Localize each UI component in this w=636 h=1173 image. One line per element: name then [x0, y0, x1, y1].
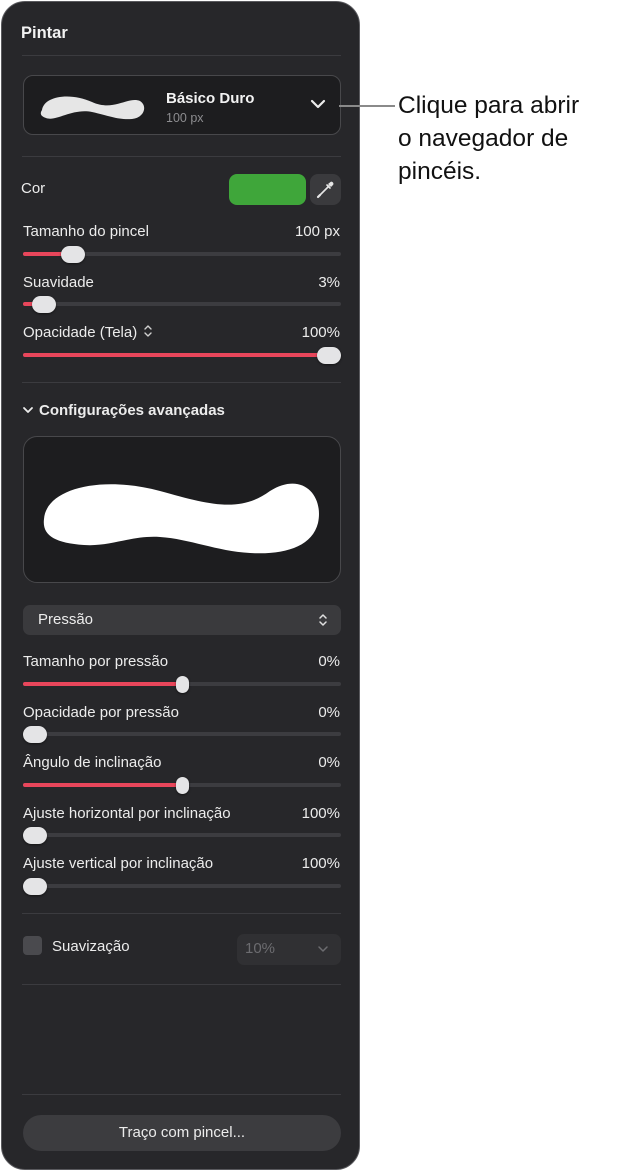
opacity-slider-value: 100%	[301, 324, 340, 341]
color-label: Cor	[21, 180, 46, 197]
brush-size-slider-label: Tamanho do pincel	[23, 223, 149, 240]
brush-stroke-thumbnail	[40, 96, 145, 120]
slider-thumb[interactable]	[175, 776, 189, 794]
tilt-angle-slider[interactable]	[23, 776, 341, 794]
size-by-pressure-slider[interactable]	[23, 675, 341, 693]
horizontal-tilt-value: 100%	[301, 805, 340, 822]
softness-slider-label: Suavidade	[23, 274, 94, 291]
chevron-down-icon	[23, 407, 33, 413]
smoothing-checkbox[interactable]	[23, 936, 42, 955]
vertical-tilt-slider[interactable]	[23, 877, 341, 895]
slider-fill	[23, 353, 329, 357]
slider-fill	[23, 783, 182, 787]
up-down-chevron-icon	[144, 325, 153, 337]
advanced-settings-toggle[interactable]: Configurações avançadas	[22, 402, 225, 419]
color-swatch[interactable]	[229, 174, 306, 205]
panel-title: Pintar	[21, 24, 68, 42]
horizontal-tilt-label: Ajuste horizontal por inclinação	[23, 805, 231, 822]
slider-thumb[interactable]	[175, 675, 189, 693]
smoothing-label: Suavização	[52, 938, 130, 955]
callout-text: Clique para abrir o navegador de pincéis…	[398, 92, 580, 185]
softness-slider-value: 3%	[318, 274, 340, 291]
callout-line	[339, 105, 395, 107]
opacity-by-pressure-slider[interactable]	[23, 725, 341, 743]
divider	[22, 382, 341, 383]
slider-fill	[23, 682, 182, 686]
slider-thumb[interactable]	[23, 877, 47, 895]
chevron-down-icon	[310, 99, 326, 109]
vertical-tilt-label: Ajuste vertical por inclinação	[23, 855, 214, 872]
slider-thumb[interactable]	[31, 295, 56, 313]
brush-size-slider[interactable]	[23, 245, 341, 263]
smoothing-value: 10%	[245, 940, 276, 957]
slider-thumb[interactable]	[317, 346, 341, 364]
stroke-with-brush-button[interactable]: Traço com pincel...	[23, 1115, 341, 1151]
softness-slider[interactable]	[23, 295, 341, 313]
input-mode-select[interactable]: Pressão	[23, 605, 341, 635]
input-mode-value: Pressão	[38, 611, 94, 628]
slider-thumb[interactable]	[23, 826, 47, 844]
up-down-chevron-icon	[319, 614, 327, 626]
brush-browser-button[interactable]: Básico Duro 100 px	[23, 75, 341, 135]
vertical-tilt-value: 100%	[301, 855, 340, 872]
tilt-angle-label: Ângulo de inclinação	[23, 754, 162, 771]
size-by-pressure-label: Tamanho por pressão	[23, 653, 169, 670]
divider	[22, 156, 341, 157]
smoothing-select[interactable]: 10%	[237, 934, 341, 965]
tilt-angle-value: 0%	[318, 754, 340, 771]
brush-size-slider-value: 100 px	[294, 223, 340, 240]
divider	[22, 984, 341, 985]
opacity-by-pressure-value: 0%	[318, 704, 340, 721]
eyedropper-icon	[316, 181, 334, 199]
divider	[22, 913, 341, 914]
slider-thumb[interactable]	[23, 725, 47, 743]
opacity-slider-label[interactable]: Opacidade (Tela)	[23, 324, 153, 341]
advanced-settings-title: Configurações avançadas	[39, 402, 225, 419]
chevron-down-icon	[318, 946, 328, 952]
slider-thumb[interactable]	[61, 245, 86, 263]
brush-size-label: 100 px	[166, 111, 204, 125]
brush-preview	[23, 436, 341, 583]
brush-name: Básico Duro	[166, 90, 255, 107]
eyedropper-button[interactable]	[310, 174, 341, 205]
divider	[22, 55, 341, 56]
size-by-pressure-value: 0%	[318, 653, 340, 670]
opacity-slider[interactable]	[23, 346, 341, 364]
horizontal-tilt-slider[interactable]	[23, 826, 341, 844]
opacity-by-pressure-label: Opacidade por pressão	[23, 704, 179, 721]
brush-preview-stroke	[43, 483, 319, 554]
divider	[22, 1094, 341, 1095]
paint-panel: Pintar Básico Duro 100 px Cor Tamanho do…	[1, 1, 360, 1170]
